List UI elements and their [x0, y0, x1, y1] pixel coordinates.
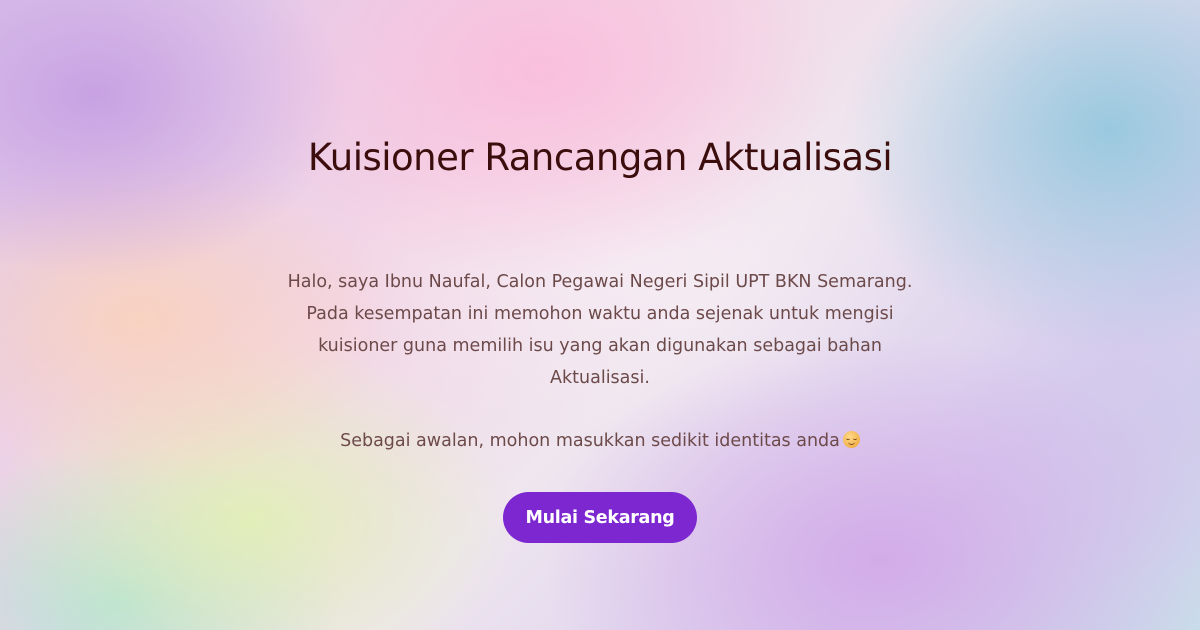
hero-section: Kuisioner Rancangan Aktualisasi Halo, sa…	[0, 0, 1200, 630]
intro-description: Halo, saya Ibnu Naufal, Calon Pegawai Ne…	[287, 272, 913, 388]
identity-prompt: Sebagai awalan, mohon masukkan sedikit i…	[260, 425, 940, 457]
identity-prompt-text: Sebagai awalan, mohon masukkan sedikit i…	[340, 431, 840, 451]
start-now-button[interactable]: Mulai Sekarang	[503, 492, 697, 543]
smiling-face-icon	[842, 431, 860, 448]
page-title: Kuisioner Rancangan Aktualisasi	[307, 136, 893, 179]
